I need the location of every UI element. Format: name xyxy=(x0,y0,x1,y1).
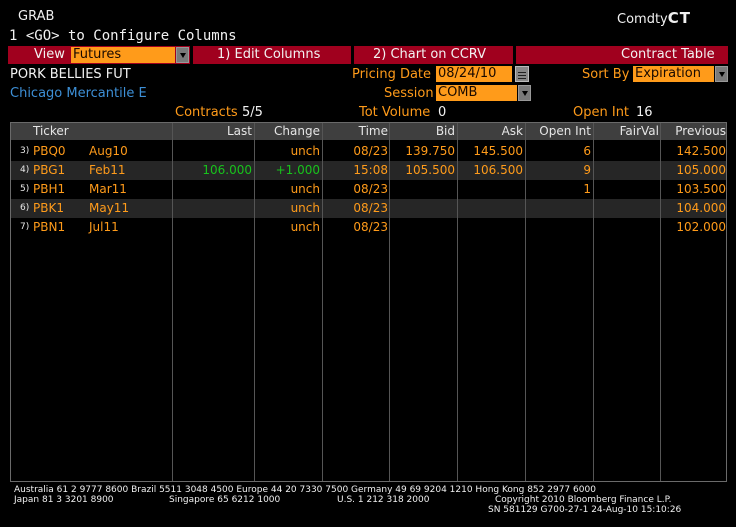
column-header-ticker[interactable]: Ticker xyxy=(33,124,69,138)
contracts-label: Contracts xyxy=(175,105,238,120)
footer-singapore: Singapore 65 6212 1000 xyxy=(169,495,281,505)
calendar-icon[interactable] xyxy=(515,66,529,82)
chevron-down-icon[interactable] xyxy=(715,66,728,82)
pricing-date-label: Pricing Date xyxy=(352,67,432,82)
open-int-cell: 9 xyxy=(583,163,591,177)
column-divider xyxy=(593,123,594,481)
month-cell: Feb11 xyxy=(89,163,126,177)
column-header-previous[interactable]: Previous xyxy=(675,124,726,138)
month-cell: Aug10 xyxy=(89,144,128,158)
ticker-cell[interactable]: PBN1 xyxy=(33,220,65,234)
open-int-cell: 6 xyxy=(583,144,591,158)
row-number[interactable]: 3) xyxy=(20,146,29,156)
column-header-last[interactable]: Last xyxy=(227,124,252,138)
time-cell: 15:08 xyxy=(353,163,388,177)
footer-japan: Japan 81 3 3201 8900 xyxy=(14,495,114,505)
exchange-link[interactable]: Chicago Mercantile E xyxy=(10,86,147,101)
pricing-date-field[interactable]: 08/24/10 xyxy=(436,66,512,82)
tot-volume-value: 0 xyxy=(438,105,447,120)
footer-copyright: Copyright 2010 Bloomberg Finance L.P. xyxy=(495,495,672,505)
column-header-time[interactable]: Time xyxy=(359,124,388,138)
function-name: GRAB xyxy=(18,9,55,24)
ticker-cell[interactable]: PBG1 xyxy=(33,163,65,177)
column-divider xyxy=(172,123,173,481)
view-label: View xyxy=(34,47,65,62)
footer-phone-line: Australia 61 2 9777 8600 Brazil 5511 304… xyxy=(14,485,596,495)
change-cell: unch xyxy=(290,144,320,158)
open-int-cell: 1 xyxy=(583,182,591,196)
time-cell: 08/23 xyxy=(353,201,388,215)
row-number[interactable]: 4) xyxy=(20,165,29,175)
column-divider xyxy=(254,123,255,481)
open-int-value: 16 xyxy=(636,105,653,120)
change-cell: unch xyxy=(290,182,320,196)
footer-session-info: SN 581129 G700-27-1 24-Aug-10 15:10:26 xyxy=(488,505,682,515)
ticker-cell[interactable]: PBQ0 xyxy=(33,144,66,158)
column-divider xyxy=(457,123,458,481)
column-header-ask[interactable]: Ask xyxy=(502,124,523,138)
column-divider xyxy=(660,123,661,481)
menu-separator xyxy=(513,46,516,64)
last-cell: 106.000 xyxy=(202,163,252,177)
column-header-bid[interactable]: Bid xyxy=(436,124,455,138)
tot-volume-label: Tot Volume xyxy=(359,105,431,120)
chevron-down-icon[interactable] xyxy=(518,85,531,101)
row-number[interactable]: 7) xyxy=(20,222,29,232)
contracts-value: 5/5 xyxy=(242,105,263,120)
previous-cell: 103.500 xyxy=(676,182,726,196)
column-divider xyxy=(525,123,526,481)
ticker-code: CT xyxy=(667,9,691,27)
time-cell: 08/23 xyxy=(353,182,388,196)
command-line[interactable]: 1 <GO> to Configure Columns xyxy=(9,28,237,44)
previous-cell: 104.000 xyxy=(676,201,726,215)
month-cell: Mar11 xyxy=(89,182,127,196)
view-dropdown[interactable]: Futures xyxy=(71,47,175,63)
edit-columns-button[interactable]: 1) Edit Columns xyxy=(217,47,320,62)
change-cell: unch xyxy=(290,201,320,215)
security-name: PORK BELLIES FUT xyxy=(10,67,131,82)
time-cell: 08/23 xyxy=(353,220,388,234)
ticker-prefix: Comdty xyxy=(617,12,668,27)
session-dropdown[interactable]: COMB xyxy=(436,85,517,101)
ask-cell: 106.500 xyxy=(473,163,523,177)
sort-by-label: Sort By xyxy=(582,67,630,82)
previous-cell: 142.500 xyxy=(676,144,726,158)
previous-cell: 105.000 xyxy=(676,163,726,177)
bid-cell: 139.750 xyxy=(405,144,455,158)
month-cell: Jul11 xyxy=(89,220,119,234)
chart-ccrv-button[interactable]: 2) Chart on CCRV xyxy=(373,47,486,62)
row-number[interactable]: 6) xyxy=(20,203,29,213)
open-int-label: Open Int xyxy=(573,105,630,120)
previous-cell: 102.000 xyxy=(676,220,726,234)
security-ticker: ComdtyCT xyxy=(617,9,691,27)
sort-by-dropdown[interactable]: Expiration xyxy=(633,66,714,82)
ask-cell: 145.500 xyxy=(473,144,523,158)
ticker-cell[interactable]: PBH1 xyxy=(33,182,65,196)
menu-separator xyxy=(351,46,354,64)
ticker-cell[interactable]: PBK1 xyxy=(33,201,64,215)
month-cell: May11 xyxy=(89,201,130,215)
column-divider xyxy=(389,123,390,481)
contract-table-title: Contract Table xyxy=(621,47,715,62)
chevron-down-icon[interactable] xyxy=(176,47,189,63)
menu-separator xyxy=(190,46,193,64)
column-header-open-int[interactable]: Open Int xyxy=(539,124,591,138)
session-label: Session xyxy=(384,86,434,101)
row-number[interactable]: 5) xyxy=(20,184,29,194)
time-cell: 08/23 xyxy=(353,144,388,158)
column-header-change[interactable]: Change xyxy=(274,124,320,138)
change-cell: +1.000 xyxy=(275,163,320,177)
column-header-fairval[interactable]: FairVal xyxy=(620,124,659,138)
bid-cell: 105.500 xyxy=(405,163,455,177)
footer-us: U.S. 1 212 318 2000 xyxy=(337,495,430,505)
column-divider xyxy=(322,123,323,481)
change-cell: unch xyxy=(290,220,320,234)
